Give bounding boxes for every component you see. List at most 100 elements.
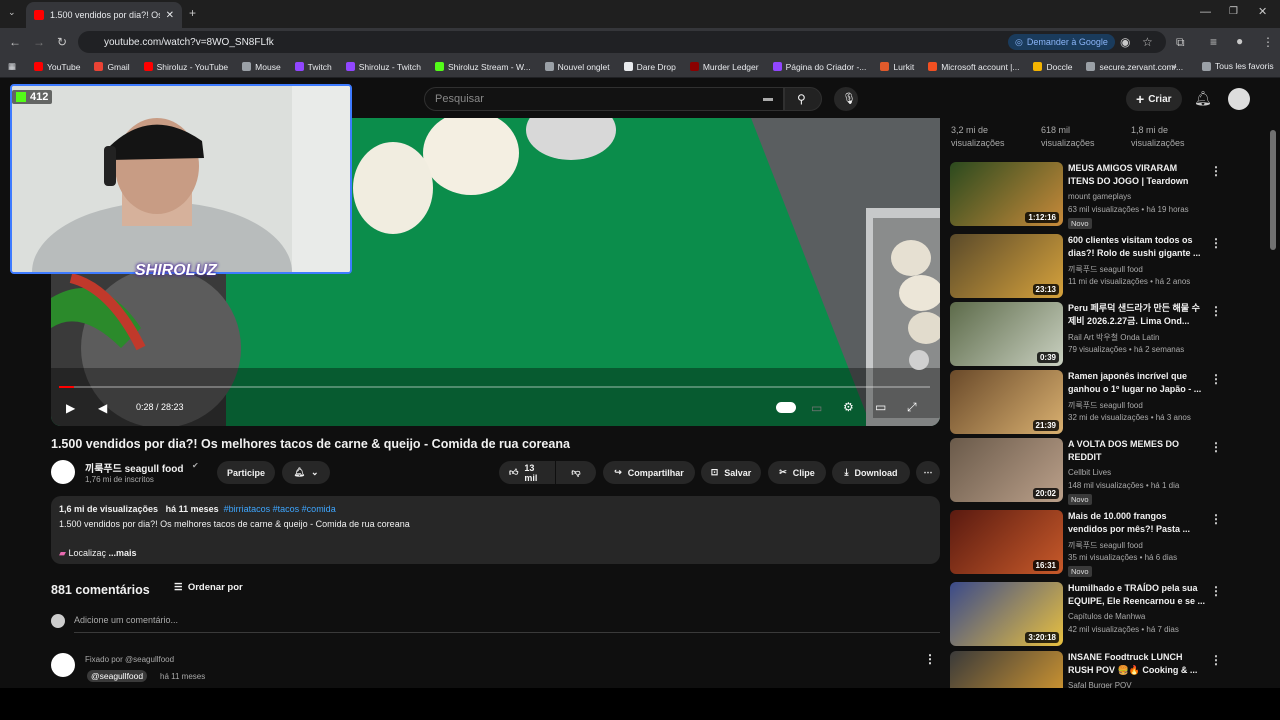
video-thumbnail[interactable]: 20:02 [950, 438, 1063, 502]
close-tab-icon[interactable]: ✕ [166, 10, 174, 21]
rec-stat-2: 618 mil visualizações [1041, 125, 1095, 148]
extensions-icon[interactable]: ⧉ [1176, 36, 1185, 48]
bookmark-item[interactable]: Página do Criador -... [772, 62, 866, 72]
theater-mode-icon[interactable]: ▭ [875, 401, 886, 413]
bookmark-item[interactable]: Lurkit [880, 62, 914, 72]
forward-icon[interactable]: → [33, 36, 45, 48]
browser-tab[interactable]: 1.500 vendidos por dia?! Os me ✕ [26, 2, 182, 28]
video-thumbnail[interactable]: 1:12:16 [950, 162, 1063, 226]
video-thumbnail[interactable]: 16:31 [950, 510, 1063, 574]
apps-icon[interactable]: ▦ [8, 61, 16, 72]
recommended-video[interactable]: 23:13 600 clientes visitam todos os dias… [950, 234, 1250, 298]
settings-gear-icon[interactable]: ⚙ [843, 401, 854, 413]
voice-search-button[interactable]: 🎙 [834, 87, 858, 111]
pinned-comment-avatar[interactable] [51, 653, 75, 677]
bookmark-item[interactable]: Dare Drop [623, 62, 676, 72]
channel-avatar[interactable] [51, 460, 75, 484]
sort-button[interactable]: ☰ Ordenar por [174, 582, 243, 593]
search-button[interactable]: ⚲ [784, 87, 822, 111]
all-bookmarks-button[interactable]: Tous les favoris [1202, 61, 1274, 71]
media-icon[interactable]: ≡ [1210, 36, 1217, 48]
reload-icon[interactable]: ↻ [57, 36, 67, 48]
autoplay-toggle[interactable] [776, 402, 796, 413]
add-comment-input[interactable]: Adicione um comentário... [74, 615, 940, 633]
rec-channel: Rail Art 박우철 Onda Latin [1068, 333, 1160, 342]
rec-menu-icon[interactable]: ⋮ [1210, 236, 1222, 250]
recommended-video[interactable]: 1:12:16 MEUS AMIGOS VIRARAM ITENS DO JOG… [950, 162, 1250, 229]
bookmark-item[interactable]: Shiroluz - Twitch [345, 62, 421, 72]
save-button[interactable]: ⊡ Salvar [701, 461, 761, 484]
close-window-icon[interactable]: ✕ [1258, 7, 1267, 18]
bookmark-item[interactable]: Shiroluz Stream - W... [434, 62, 531, 72]
clip-button[interactable]: ✂ Clipe [768, 461, 826, 484]
share-button[interactable]: ↪ Compartilhar [603, 461, 695, 484]
channel-name[interactable]: 끼룩푸드 seagull food [85, 460, 183, 475]
rec-menu-icon[interactable]: ⋮ [1210, 584, 1222, 598]
bookmark-item[interactable]: secure.zervant.com/... [1086, 62, 1183, 72]
bookmark-item[interactable]: Gmail [94, 62, 130, 72]
notifications-bell-icon[interactable]: 🔔︎ [1194, 91, 1212, 105]
description-box[interactable]: 1,6 mi de visualizações há 11 meses #bir… [51, 496, 940, 564]
hashtags[interactable]: #birriatacos #tacos #comida [224, 504, 336, 514]
account-avatar[interactable] [1228, 88, 1250, 110]
bookmark-item[interactable]: Nouvel onglet [544, 62, 610, 72]
rec-menu-icon[interactable]: ⋮ [1210, 512, 1222, 526]
minimize-icon[interactable]: — [1200, 7, 1211, 18]
captions-icon[interactable]: ▭ [811, 402, 822, 414]
profile-avatar[interactable]: ● [1236, 35, 1243, 47]
video-thumbnail[interactable]: 21:39 [950, 370, 1063, 434]
recommended-video[interactable]: 20:02 A VOLTA DOS MEMES DO REDDIT Cellbi… [950, 438, 1250, 505]
more-bookmarks-icon[interactable]: » [1172, 61, 1177, 71]
bookmark-favicon-icon [434, 62, 444, 71]
dislike-button[interactable]: 👎︎ [556, 461, 596, 484]
like-button[interactable]: 👍︎ 13 mil [499, 461, 555, 484]
more-actions-button[interactable]: ⋯ [916, 461, 940, 484]
play-icon[interactable]: ▶ [66, 402, 75, 414]
show-more-link[interactable]: ...mais [108, 548, 136, 558]
browser-menu-icon[interactable]: ⋮ [1262, 36, 1274, 48]
recommended-video[interactable]: 21:39 Ramen japonês incrível que ganhou … [950, 370, 1250, 434]
subscriber-count: 1,76 mi de inscritos [85, 475, 154, 484]
bookmark-item[interactable]: Microsoft account |... [928, 62, 1019, 72]
recommended-video[interactable]: 16:31 Mais de 10.000 frangos vendidos po… [950, 510, 1250, 577]
bookmark-item[interactable]: Shiroluz - YouTube [143, 62, 228, 72]
download-button[interactable]: ⤓ Download [832, 461, 910, 484]
rec-menu-icon[interactable]: ⋮ [1210, 304, 1222, 318]
rec-menu-icon[interactable]: ⋮ [1210, 440, 1222, 454]
join-button[interactable]: Participe [217, 461, 275, 484]
recommended-video[interactable]: 0:39 Peru 페루덕 샌드라가 만든 해물 수제비 2026.2.27금.… [950, 302, 1250, 366]
video-thumbnail[interactable]: 23:13 [950, 234, 1063, 298]
comment-menu-icon[interactable]: ⋮ [924, 652, 936, 666]
more-horiz-icon: ⋯ [923, 467, 933, 477]
fullscreen-icon[interactable]: ⤢ [907, 401, 917, 413]
video-thumbnail[interactable]: 0:39 [950, 302, 1063, 366]
back-icon[interactable]: ← [9, 36, 21, 48]
rec-title: Peru 페루덕 샌드라가 만든 해물 수제비 2026.2.27금. Lima… [1068, 303, 1200, 326]
volume-icon[interactable]: ◀ [98, 402, 107, 414]
video-thumbnail[interactable]: 3:20:18 [950, 582, 1063, 646]
scrollbar-thumb[interactable] [1270, 130, 1276, 250]
rec-menu-icon[interactable]: ⋮ [1210, 164, 1222, 178]
bookmark-item[interactable]: Murder Ledger [689, 62, 759, 72]
tab-list-icon[interactable]: ⌄ [8, 8, 16, 17]
ask-google-button[interactable]: ◎ Demander à Google [1008, 34, 1115, 50]
notifications-button[interactable]: 🔔︎ ⌄ [282, 461, 330, 484]
bookmark-star-icon[interactable]: ☆ [1142, 36, 1153, 48]
restore-icon[interactable]: ❐ [1229, 7, 1238, 17]
rec-menu-icon[interactable]: ⋮ [1210, 653, 1222, 667]
keyboard-icon[interactable]: ▬ [763, 93, 773, 104]
bookmark-item[interactable]: Mouse [242, 62, 281, 72]
rec-menu-icon[interactable]: ⋮ [1210, 372, 1222, 386]
search-input[interactable]: Pesquisar ▬ [424, 87, 784, 111]
bookmark-item[interactable]: Doccle [1033, 62, 1072, 72]
streamer-name: SHIROLUZ [135, 262, 217, 279]
new-tab-icon[interactable]: + [189, 7, 196, 19]
bookmark-item[interactable]: Twitch [294, 62, 332, 72]
comment-author-handle[interactable]: @seagullfood [87, 670, 148, 682]
address-bar[interactable]: youtube.com/watch?v=8WO_SN8FLfk [78, 31, 1166, 53]
bookmark-item[interactable]: YouTube [34, 62, 80, 72]
progress-bar[interactable] [59, 386, 930, 388]
eye-icon[interactable]: ◉ [1120, 36, 1130, 48]
recommended-video[interactable]: 3:20:18 Humilhado e TRAÍDO pela sua EQUI… [950, 582, 1250, 646]
create-button[interactable]: + Criar [1126, 87, 1182, 111]
